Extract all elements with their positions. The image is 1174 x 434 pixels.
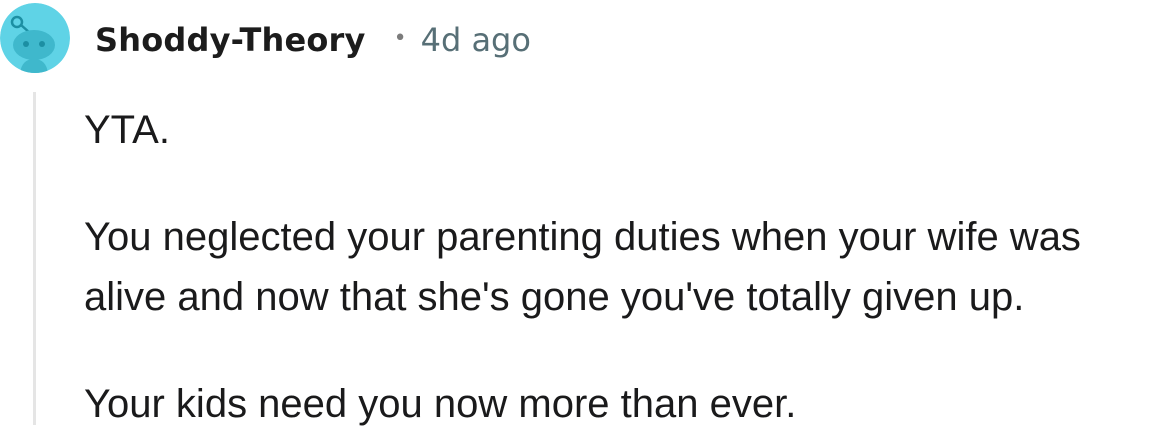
comment-line: Your kids need you now more than ever.	[84, 382, 797, 426]
comment-line: alive and now that she's gone you've tot…	[84, 275, 1025, 319]
meta-separator: •	[393, 25, 407, 51]
author-username[interactable]: Shoddy-Theory	[95, 21, 366, 59]
comment-header: Shoddy-Theory • 4d ago	[95, 18, 531, 62]
comment-paragraph: Your kids need you now more than ever.	[84, 374, 1174, 434]
thread-collapse-line[interactable]	[33, 92, 36, 425]
comment-body: YTA. You neglected your parenting duties…	[84, 100, 1174, 434]
snoo-avatar-icon	[0, 3, 70, 73]
comment: Shoddy-Theory • 4d ago YTA. You neglecte…	[0, 0, 1174, 426]
comment-paragraph: YTA.	[84, 100, 1174, 160]
comment-timestamp[interactable]: 4d ago	[421, 21, 531, 59]
user-avatar[interactable]	[0, 3, 70, 73]
comment-paragraph: You neglected your parenting duties when…	[84, 207, 1174, 327]
comment-line: You neglected your parenting duties when…	[84, 215, 1081, 259]
comment-line: YTA.	[84, 108, 170, 152]
